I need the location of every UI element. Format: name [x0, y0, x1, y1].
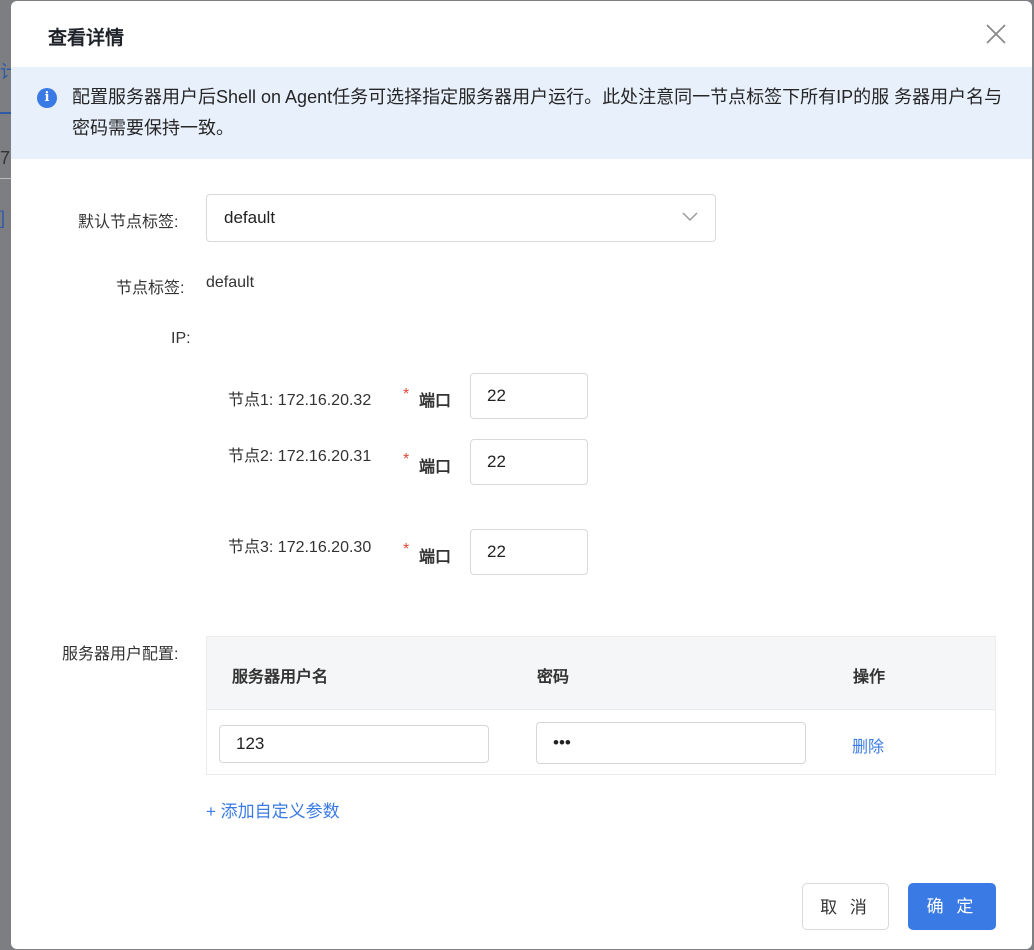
- info-notice: i 配置服务器用户后Shell on Agent任务可选择指定服务器用户运行。此…: [11, 67, 1032, 159]
- default-tag-label: 默认节点标签:: [78, 214, 179, 231]
- server-user-label: 服务器用户配置:: [62, 646, 179, 663]
- background-divider: [0, 178, 11, 179]
- column-header-action: 操作: [853, 669, 886, 686]
- delete-row-button[interactable]: 删除: [852, 733, 884, 757]
- modal-title: 查看详情: [48, 28, 125, 49]
- port-input-node-1[interactable]: 22: [470, 373, 588, 419]
- default-tag-value: default: [224, 208, 276, 227]
- password-input[interactable]: •••: [536, 722, 806, 764]
- username-input[interactable]: 123: [219, 725, 489, 763]
- port-input-node-2[interactable]: 22: [470, 439, 588, 485]
- required-mark: *: [403, 386, 410, 403]
- confirm-button[interactable]: 确 定: [908, 883, 996, 930]
- ip-label: IP:: [171, 330, 191, 347]
- node-2-label: 节点2: 172.16.20.31: [228, 448, 372, 465]
- cancel-button[interactable]: 取 消: [802, 883, 889, 930]
- background-fragment: ]: [0, 208, 6, 228]
- port-label: 端口: [419, 393, 452, 410]
- default-tag-select[interactable]: default: [206, 194, 716, 242]
- notice-text: 配置服务器用户后Shell on Agent任务可选择指定服务器用户运行。此处注…: [72, 87, 1003, 138]
- table-header: 服务器用户名 密码 操作: [207, 637, 995, 710]
- node-1-label: 节点1: 172.16.20.32: [228, 392, 372, 409]
- column-header-password: 密码: [537, 669, 570, 686]
- node-tag-label: 节点标签:: [116, 280, 185, 297]
- port-label: 端口: [419, 549, 452, 566]
- close-icon[interactable]: [981, 19, 1011, 49]
- add-custom-param-button[interactable]: + 添加自定义参数: [206, 797, 340, 822]
- background-tab-underline: [0, 112, 11, 114]
- node-tag-value: default: [206, 274, 255, 291]
- view-details-modal: 查看详情 i 配置服务器用户后Shell on Agent任务可选择指定服务器用…: [11, 1, 1032, 949]
- server-user-table: 服务器用户名 密码 操作 123 ••• 删除: [206, 636, 996, 775]
- port-input-node-3[interactable]: 22: [470, 529, 588, 575]
- chevron-down-icon: [682, 212, 698, 222]
- required-mark: *: [403, 451, 410, 468]
- column-header-username: 服务器用户名: [232, 669, 329, 686]
- required-mark: *: [403, 541, 410, 558]
- background-fragment: 7: [0, 148, 11, 168]
- port-label: 端口: [419, 459, 452, 476]
- info-icon: i: [37, 88, 57, 108]
- node-3-label: 节点3: 172.16.20.30: [228, 539, 372, 556]
